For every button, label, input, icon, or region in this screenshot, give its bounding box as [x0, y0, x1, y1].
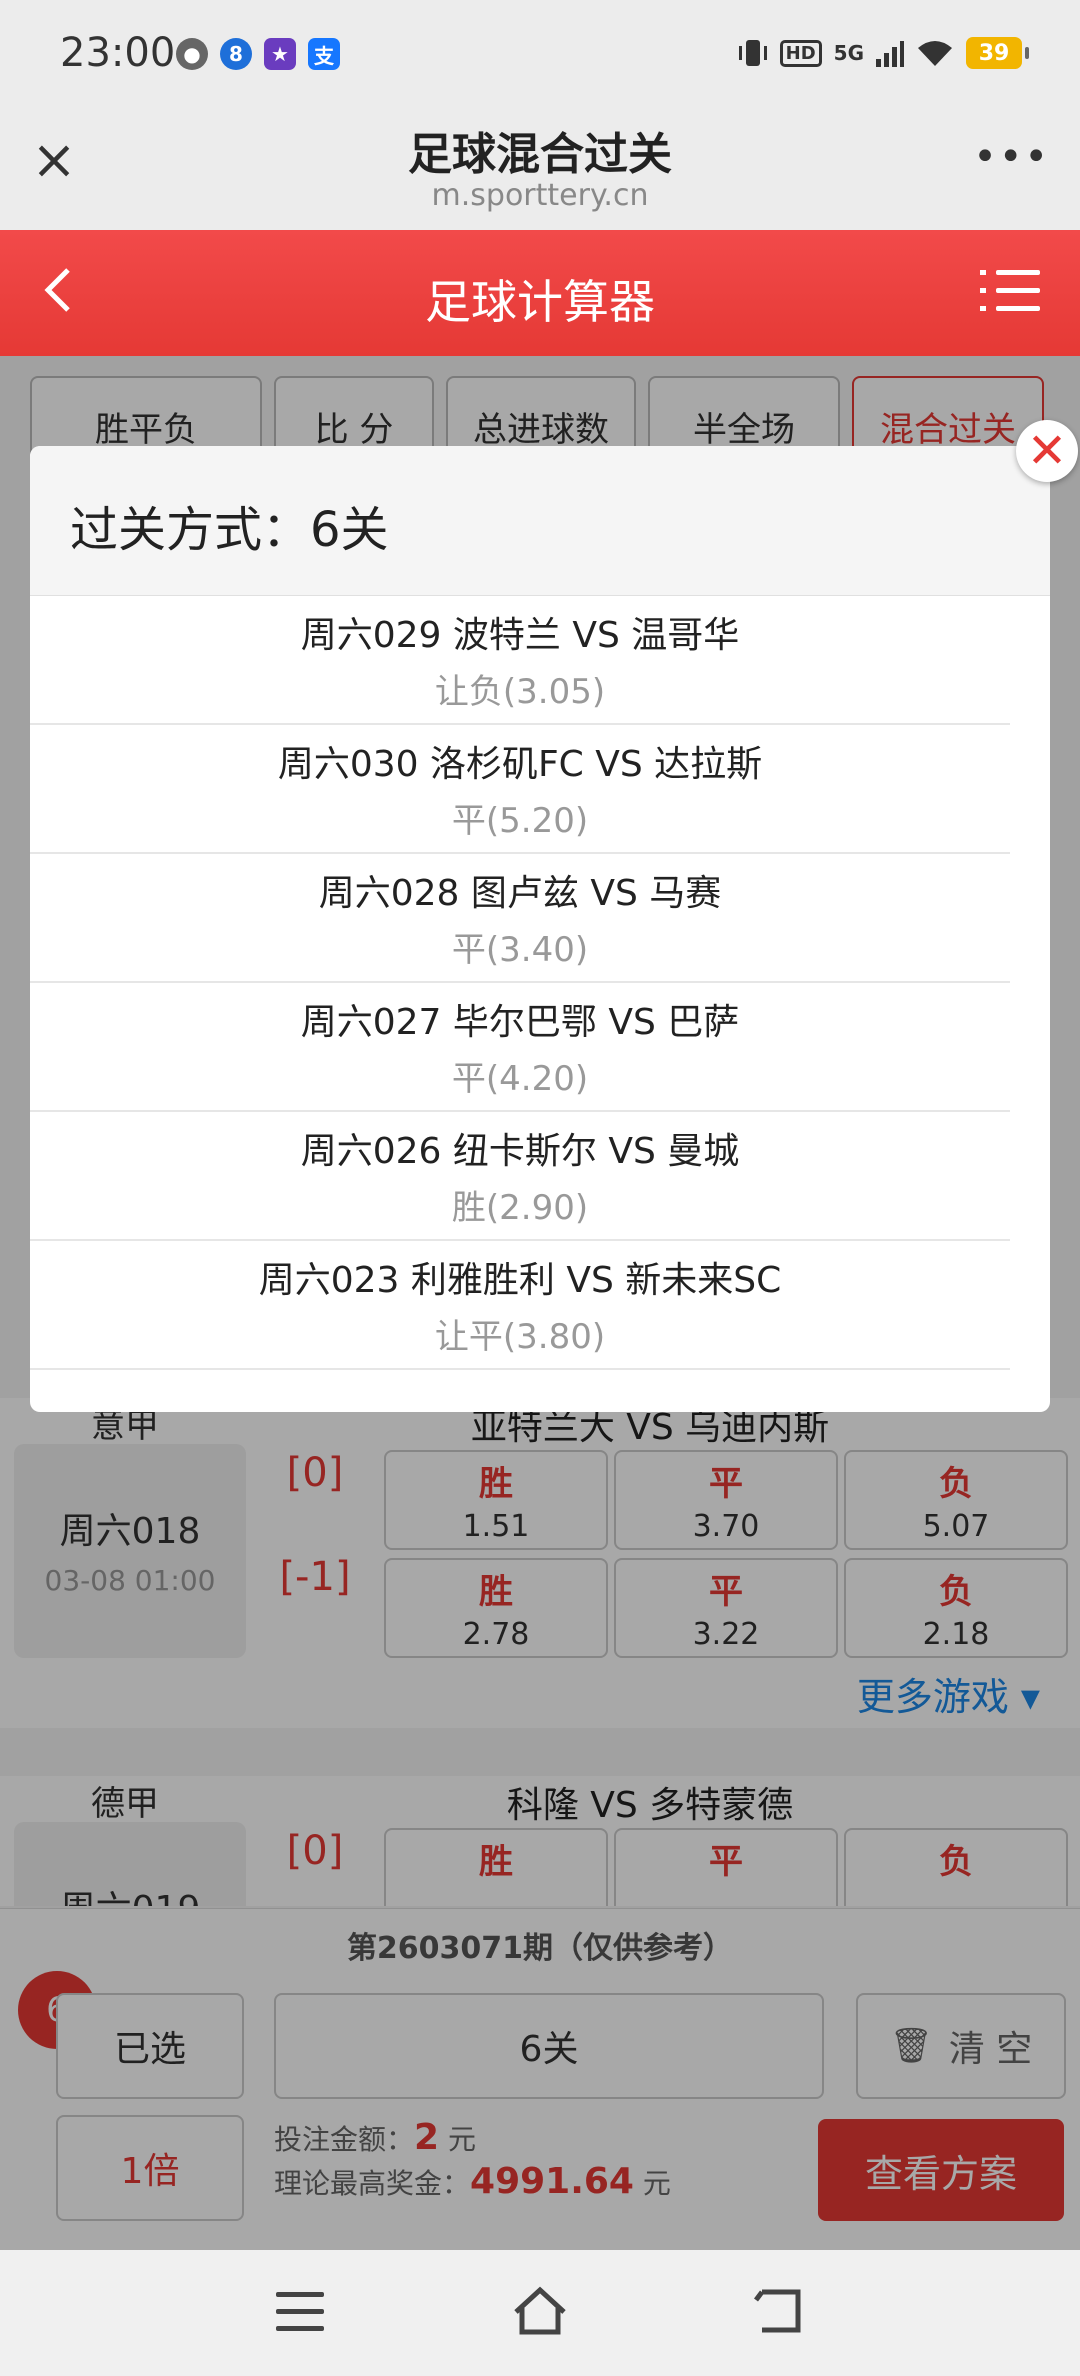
status-time: 23:00 [60, 30, 176, 76]
pick-odds: 让负(3.05) [434, 672, 606, 712]
modal-close-icon[interactable]: ✕ [1016, 420, 1078, 482]
list-item: 周六023 利雅胜利 VS 新未来SC 让平(3.80) [30, 1241, 1010, 1370]
list-item: 周六028 图卢兹 VS 马赛 平(3.40) [30, 854, 1010, 983]
app-title: 足球计算器 [425, 275, 655, 329]
back-icon[interactable] [752, 2284, 806, 2338]
app-purple-icon: ★ [264, 38, 296, 70]
pick-odds: 平(3.40) [451, 930, 589, 970]
status-bar: 23:00 ● 8 ★ 支 HD 5G 39 [0, 0, 1080, 112]
app-8-icon: 8 [220, 38, 252, 70]
pick-odds: 平(5.20) [451, 801, 589, 841]
status-app-icons: ● 8 ★ 支 [176, 38, 340, 70]
pick-match: 周六029 波特兰 VS 温哥华 [300, 615, 740, 656]
pick-match: 周六028 图卢兹 VS 马赛 [318, 873, 722, 914]
selected-picks-list: 周六029 波特兰 VS 温哥华 让负(3.05) 周六030 洛杉矶FC VS … [30, 596, 1050, 1370]
system-nav-bar [0, 2250, 1080, 2376]
signal-icon [876, 41, 904, 67]
home-icon[interactable] [510, 2282, 570, 2342]
pick-match: 周六026 纽卡斯尔 VS 曼城 [300, 1131, 740, 1172]
pick-odds: 平(4.20) [451, 1059, 589, 1099]
battery-icon: 39 [966, 37, 1029, 69]
vibrate-icon [738, 40, 767, 66]
pick-match: 周六030 洛杉矶FC VS 达拉斯 [277, 744, 763, 785]
recent-apps-icon[interactable] [276, 2292, 324, 2332]
list-item: 周六029 波特兰 VS 温哥华 让负(3.05) [30, 596, 1010, 725]
page-title: 足球混合过关 [408, 129, 672, 180]
alipay-icon: 支 [308, 38, 340, 70]
browser-titlebar: × 足球混合过关 m.sporttery.cn ••• [0, 112, 1080, 230]
app-header: 足球计算器 [0, 230, 1080, 356]
wechat-icon: ● [176, 38, 208, 70]
pick-odds: 胜(2.90) [451, 1188, 589, 1228]
modal-header: 过关方式：6关 [30, 446, 1050, 596]
list-item: 周六027 毕尔巴鄂 VS 巴萨 平(4.20) [30, 983, 1010, 1112]
battery-level: 39 [978, 40, 1010, 66]
pick-odds: 让平(3.80) [434, 1317, 606, 1357]
status-right: HD 5G 39 [738, 36, 1029, 70]
more-options-icon[interactable]: ••• [973, 134, 1050, 180]
list-item: 周六026 纽卡斯尔 VS 曼城 胜(2.90) [30, 1112, 1010, 1241]
network-5g: 5G [833, 41, 864, 65]
hd-badge: HD [779, 39, 822, 67]
pick-match: 周六027 毕尔巴鄂 VS 巴萨 [300, 1002, 740, 1043]
pick-match: 周六023 利雅胜利 VS 新未来SC [258, 1260, 782, 1301]
list-item: 周六030 洛杉矶FC VS 达拉斯 平(5.20) [30, 725, 1010, 854]
wifi-icon [918, 41, 952, 66]
page-url: m.sporttery.cn [431, 178, 649, 213]
pass-type-modal: 过关方式：6关 周六029 波特兰 VS 温哥华 让负(3.05) 周六030 洛… [30, 446, 1050, 1412]
menu-list-icon[interactable] [980, 266, 1040, 316]
modal-backdrop-bottom[interactable] [0, 1908, 1080, 2250]
modal-title: 过关方式：6关 [70, 502, 389, 558]
